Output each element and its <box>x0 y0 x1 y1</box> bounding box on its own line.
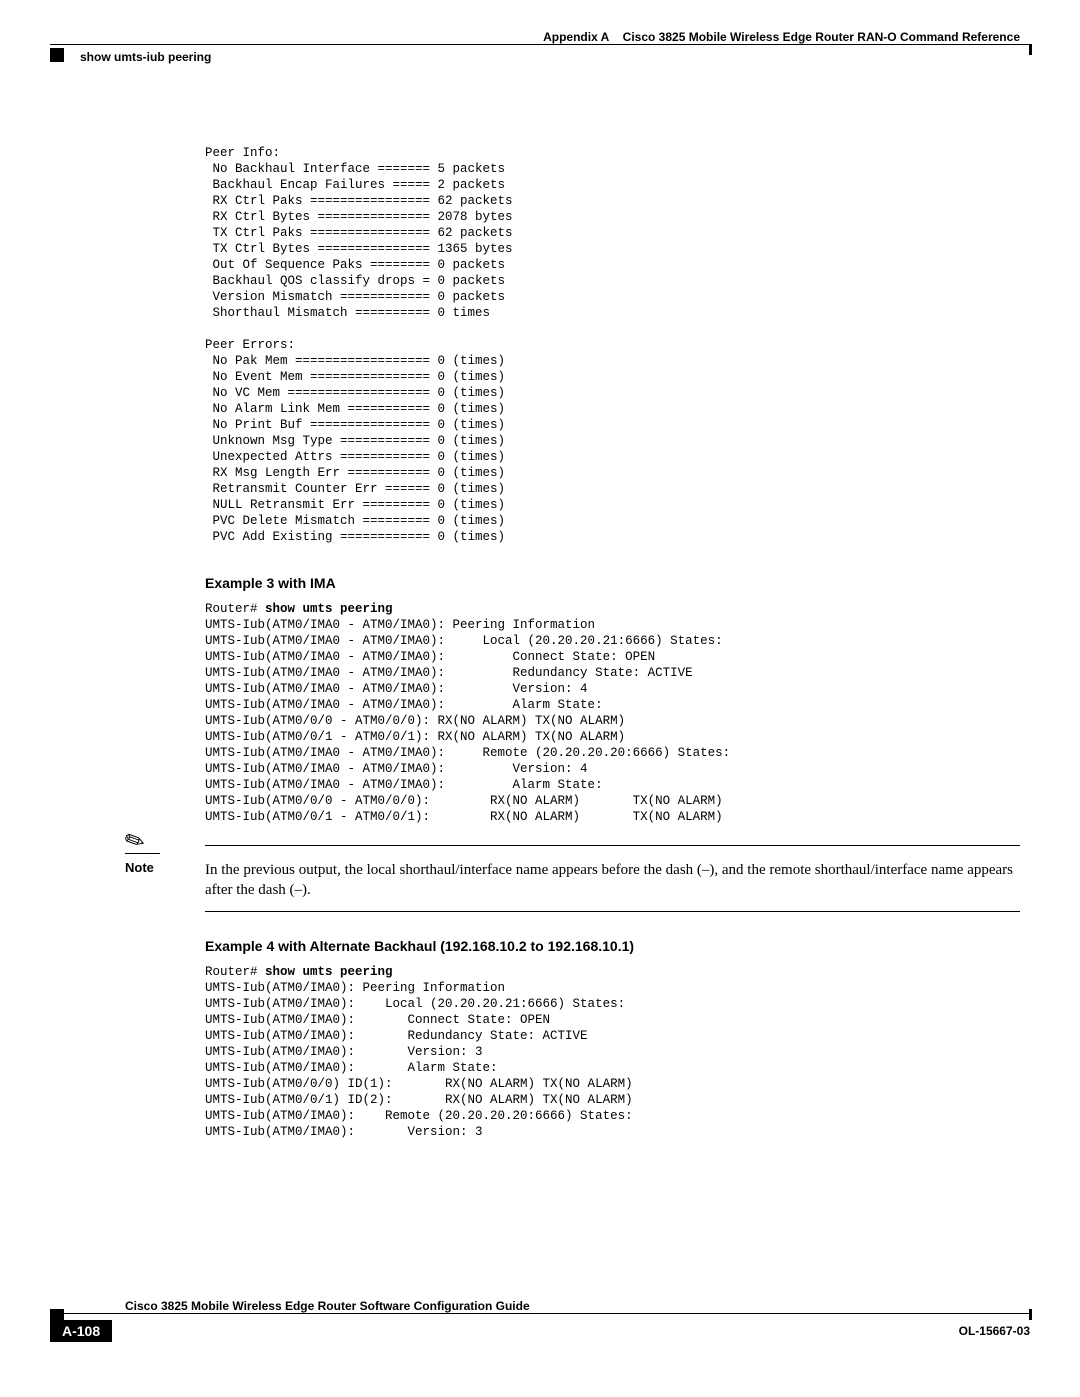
footer-title: Cisco 3825 Mobile Wireless Edge Router S… <box>125 1299 1030 1313</box>
doc-id: OL-15667-03 <box>959 1324 1030 1338</box>
example3-heading: Example 3 with IMA <box>205 575 1020 591</box>
example4-code: Router# show umts peering UMTS-Iub(ATM0/… <box>205 964 1020 1140</box>
note-bottom-rule <box>205 911 1020 912</box>
footer: Cisco 3825 Mobile Wireless Edge Router S… <box>50 1299 1030 1342</box>
example3-prompt: Router# <box>205 602 265 616</box>
footer-rule <box>50 1313 1030 1314</box>
header-title: Cisco 3825 Mobile Wireless Edge Router R… <box>623 30 1020 44</box>
note-block: ✎ Note In the previous output, the local… <box>125 845 1020 912</box>
example4-heading: Example 4 with Alternate Backhaul (192.1… <box>205 938 1020 954</box>
note-underline <box>125 853 160 854</box>
header-right: Appendix A Cisco 3825 Mobile Wireless Ed… <box>543 30 1020 44</box>
header-end-marker <box>1029 44 1032 55</box>
footer-marker <box>50 1309 64 1323</box>
header-marker <box>50 48 64 62</box>
note-label: Note <box>125 860 154 875</box>
page-number-badge: A-108 <box>50 1320 112 1342</box>
note-text: In the previous output, the local shorth… <box>205 846 1020 901</box>
example4-command: show umts peering <box>265 965 393 979</box>
header-section: show umts-iub peering <box>80 50 211 64</box>
example3-output: UMTS-Iub(ATM0/IMA0 - ATM0/IMA0): Peering… <box>205 618 730 824</box>
example4-prompt: Router# <box>205 965 265 979</box>
example3-code: Router# show umts peering UMTS-Iub(ATM0/… <box>205 601 1020 825</box>
peer-info-block: Peer Info: No Backhaul Interface =======… <box>205 145 1020 545</box>
page-content: Peer Info: No Backhaul Interface =======… <box>205 145 1020 1140</box>
example3-command: show umts peering <box>265 602 393 616</box>
example4-output: UMTS-Iub(ATM0/IMA0): Peering Information… <box>205 981 633 1139</box>
header-rule <box>50 44 1030 45</box>
appendix-label: Appendix A <box>543 30 609 44</box>
